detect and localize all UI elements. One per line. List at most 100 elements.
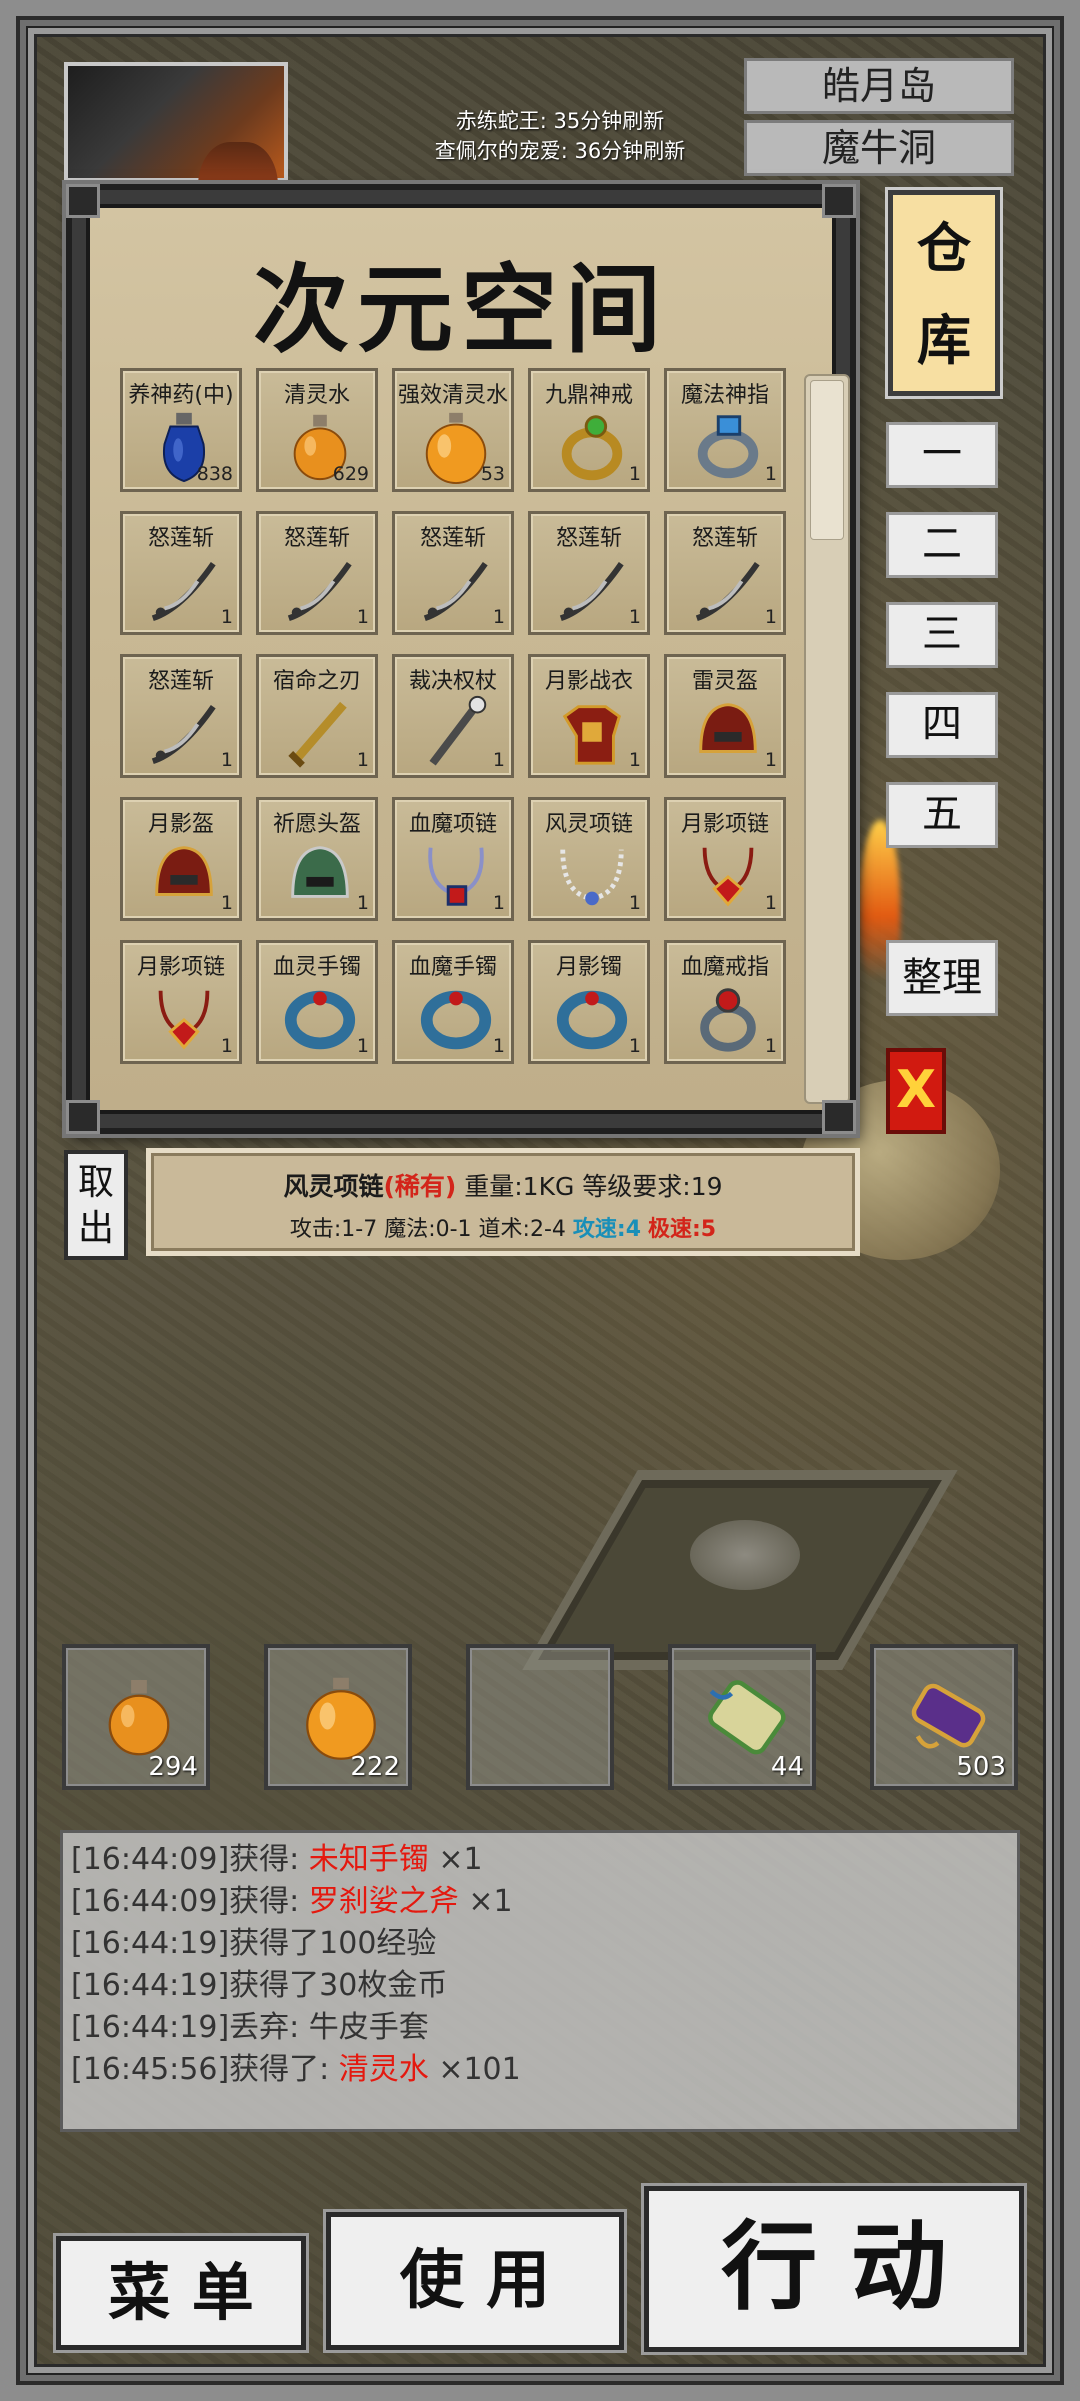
message-log: [16:44:09]获得: 未知手镯 ×1 [16:44:09]获得: 罗刹娑之斧… bbox=[60, 1830, 1020, 2132]
orange-potion-icon bbox=[94, 1666, 184, 1766]
page-button-3[interactable]: 三 bbox=[886, 602, 998, 668]
storage-slot[interactable]: 强效清灵水 53 bbox=[392, 368, 514, 492]
map-item-1[interactable]: 皓月岛 bbox=[744, 58, 1014, 114]
boss-timer-1: 赤练蛇王: 35分钟刷新 bbox=[455, 109, 665, 133]
panel-corner-tr bbox=[822, 184, 856, 218]
storage-slot[interactable]: 血魔项链 1 bbox=[392, 797, 514, 921]
item-info-name: 风灵项链 bbox=[283, 1172, 384, 1201]
warehouse-button[interactable]: 仓库 bbox=[888, 190, 1000, 396]
storage-slot-name: 风灵项链 bbox=[544, 812, 633, 837]
quickbar-count: 503 bbox=[956, 1752, 1006, 1782]
storage-slot-count: 1 bbox=[764, 1035, 777, 1057]
storage-slot-name: 怒莲斩 bbox=[147, 526, 214, 551]
storage-slot-count: 1 bbox=[356, 606, 369, 628]
close-button[interactable]: X bbox=[886, 1048, 946, 1134]
storage-slot-name: 怒莲斩 bbox=[283, 526, 350, 551]
page-button-4[interactable]: 四 bbox=[886, 692, 998, 758]
storage-slot-count: 1 bbox=[220, 892, 233, 914]
log-line-highlight: 罗刹娑之斧 bbox=[308, 1884, 459, 1919]
storage-slot-count: 1 bbox=[356, 1035, 369, 1057]
helmet-icon bbox=[145, 836, 223, 914]
storage-slot[interactable]: 月影盔 1 bbox=[120, 797, 242, 921]
quickbar-count: 222 bbox=[350, 1752, 400, 1782]
storage-slot-name: 九鼎神戒 bbox=[544, 383, 633, 408]
storage-slot-count: 1 bbox=[356, 892, 369, 914]
storage-slot[interactable]: 魔法神指 1 bbox=[664, 368, 786, 492]
staff-icon bbox=[417, 693, 495, 771]
blue-ring-icon bbox=[689, 407, 767, 485]
avatar[interactable] bbox=[64, 62, 288, 252]
log-line-prefix: [16:44:19]获得了30枚金币 bbox=[71, 1968, 448, 2003]
storage-slot[interactable]: 养神药(中) 838 bbox=[120, 368, 242, 492]
storage-slot[interactable]: 风灵项链 1 bbox=[528, 797, 650, 921]
log-line-suffix: ×1 bbox=[428, 1842, 483, 1877]
page-button-1[interactable]: 一 bbox=[886, 422, 998, 488]
storage-slot[interactable]: 宿命之刃 1 bbox=[256, 654, 378, 778]
page-button-5[interactable]: 五 bbox=[886, 782, 998, 848]
storage-slot-count: 1 bbox=[492, 606, 505, 628]
storage-slot[interactable]: 清灵水 629 bbox=[256, 368, 378, 492]
armor-icon bbox=[553, 693, 631, 771]
quickbar-slot-1[interactable]: 294 bbox=[62, 1644, 210, 1790]
storage-slot[interactable]: 怒莲斩 1 bbox=[120, 654, 242, 778]
quickbar-count: 44 bbox=[770, 1752, 804, 1782]
storage-slot-count: 1 bbox=[764, 892, 777, 914]
quickbar-slot-4[interactable]: 44 bbox=[668, 1644, 816, 1790]
storage-slot[interactable]: 怒莲斩 1 bbox=[392, 511, 514, 635]
storage-slot-count: 838 bbox=[196, 463, 233, 485]
purple-scroll-icon bbox=[902, 1666, 992, 1766]
gold-ring-icon bbox=[553, 407, 631, 485]
storage-slot-name: 清灵水 bbox=[283, 383, 350, 408]
log-line-highlight: 清灵水 bbox=[338, 2052, 429, 2087]
boss-timers: 赤练蛇王: 35分钟刷新 查佩尔的宠爱: 36分钟刷新 bbox=[340, 106, 780, 166]
storage-slot[interactable]: 九鼎神戒 1 bbox=[528, 368, 650, 492]
storage-slot[interactable]: 月影镯 1 bbox=[528, 940, 650, 1064]
storage-slot-count: 1 bbox=[764, 606, 777, 628]
item-info-extreme-speed: 极速:5 bbox=[648, 1217, 717, 1242]
storage-slot[interactable]: 祈愿头盔 1 bbox=[256, 797, 378, 921]
storage-slot-count: 1 bbox=[492, 892, 505, 914]
take-out-label: 取出 bbox=[78, 1162, 115, 1249]
storage-slot-name: 裁决权杖 bbox=[408, 669, 497, 694]
storage-slot-name: 血魔项链 bbox=[408, 812, 497, 837]
storage-slot[interactable]: 月影项链 1 bbox=[120, 940, 242, 1064]
blade-icon bbox=[281, 550, 359, 628]
storage-slot[interactable]: 裁决权杖 1 bbox=[392, 654, 514, 778]
page-button-2[interactable]: 二 bbox=[886, 512, 998, 578]
bracelet-icon bbox=[281, 979, 359, 1057]
storage-slot[interactable]: 怒莲斩 1 bbox=[664, 511, 786, 635]
quickbar-slot-3[interactable] bbox=[466, 1644, 614, 1790]
map-item-2[interactable]: 魔牛洞 bbox=[744, 120, 1014, 176]
storage-slot-count: 1 bbox=[628, 606, 641, 628]
storage-slot-name: 魔法神指 bbox=[680, 383, 769, 408]
take-out-button[interactable]: 取出 bbox=[64, 1150, 128, 1260]
grid-scrollbar[interactable] bbox=[804, 374, 850, 1104]
storage-slot[interactable]: 怒莲斩 1 bbox=[120, 511, 242, 635]
log-line: [16:44:19]获得了30枚金币 bbox=[71, 1965, 1009, 2007]
storage-slot-count: 1 bbox=[220, 749, 233, 771]
storage-slot[interactable]: 怒莲斩 1 bbox=[528, 511, 650, 635]
storage-slot-count: 53 bbox=[480, 463, 505, 485]
action-button[interactable]: 行 动 bbox=[644, 2186, 1024, 2352]
menu-button[interactable]: 菜 单 bbox=[56, 2236, 306, 2350]
storage-slot[interactable]: 血魔手镯 1 bbox=[392, 940, 514, 1064]
item-info-weight-level: 重量:1KG 等级要求:19 bbox=[456, 1172, 723, 1201]
use-button[interactable]: 使 用 bbox=[326, 2212, 624, 2350]
storage-slot[interactable]: 月影战衣 1 bbox=[528, 654, 650, 778]
storage-slot[interactable]: 雷灵盔 1 bbox=[664, 654, 786, 778]
storage-slot[interactable]: 怒莲斩 1 bbox=[256, 511, 378, 635]
quickbar-slot-5[interactable]: 503 bbox=[870, 1644, 1018, 1790]
storage-title: 次元空间 bbox=[253, 253, 669, 366]
storage-slot[interactable]: 血灵手镯 1 bbox=[256, 940, 378, 1064]
grid-scrollbar-thumb[interactable] bbox=[810, 380, 844, 540]
bracelet-icon bbox=[553, 979, 631, 1057]
storage-slot-name: 怒莲斩 bbox=[419, 526, 486, 551]
storage-slot[interactable]: 血魔戒指 1 bbox=[664, 940, 786, 1064]
storage-slot-name: 怒莲斩 bbox=[691, 526, 758, 551]
item-info-header: 风灵项链(稀有) 重量:1KG 等级要求:19 bbox=[151, 1167, 855, 1203]
quickbar-slot-2[interactable]: 222 bbox=[264, 1644, 412, 1790]
sort-button[interactable]: 整理 bbox=[886, 940, 998, 1016]
storage-slot[interactable]: 月影项链 1 bbox=[664, 797, 786, 921]
storage-slot-count: 1 bbox=[356, 749, 369, 771]
storage-slot-count: 1 bbox=[492, 1035, 505, 1057]
